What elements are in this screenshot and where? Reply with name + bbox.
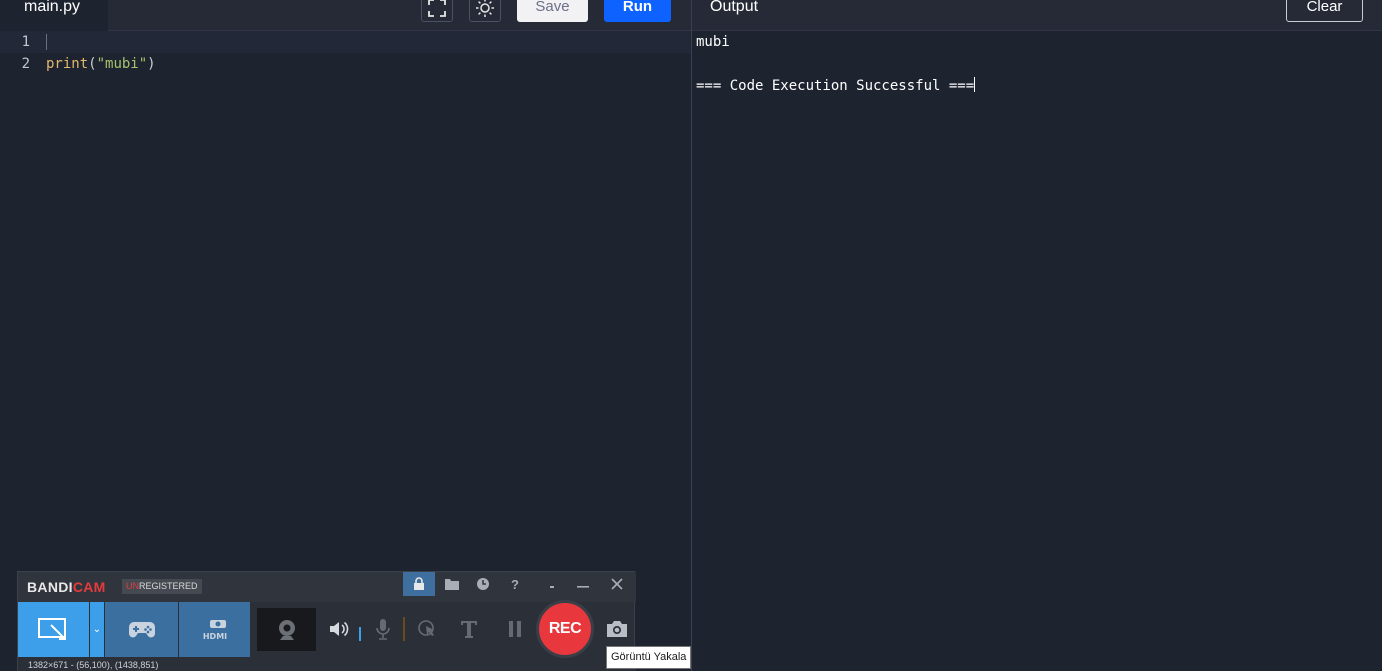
collapse-icon	[550, 586, 554, 588]
code-text: print("mubi")	[46, 53, 156, 75]
close-button[interactable]	[601, 572, 633, 596]
pause-button[interactable]	[503, 616, 527, 642]
output-success-text: === Code Execution Successful ===	[696, 78, 975, 94]
sun-icon	[476, 0, 494, 17]
run-button[interactable]: Run	[604, 0, 671, 22]
save-button[interactable]: Save	[517, 0, 588, 22]
bandicam-logo: BANDICAM	[27, 579, 106, 595]
lock-icon	[414, 577, 424, 590]
chevron-down-icon: ⌄	[92, 624, 102, 635]
screenshot-tooltip: Görüntü Yakala	[606, 646, 692, 669]
bandicam-status-bar: 1382×671 - (56,100), (1438,851)	[18, 658, 636, 671]
collapse-button[interactable]	[536, 572, 568, 596]
output-line: mubi	[696, 34, 730, 50]
screenshot-button[interactable]	[605, 616, 629, 642]
cursor-effect-button[interactable]	[415, 616, 439, 642]
minimize-icon	[577, 586, 589, 588]
pause-icon	[509, 621, 521, 637]
screen-mode-dropdown[interactable]: ⌄	[90, 602, 104, 657]
fullscreen-button[interactable]	[421, 0, 453, 22]
close-icon	[611, 578, 623, 590]
clear-button[interactable]: Clear	[1286, 0, 1363, 22]
folder-button[interactable]	[436, 572, 468, 596]
hdmi-record-mode-button[interactable]: HDMI	[179, 602, 250, 657]
token-function: print	[46, 56, 89, 72]
speaker-icon	[330, 621, 349, 637]
output-header: Output Clear	[692, 0, 1382, 31]
folder-icon	[445, 579, 459, 590]
camera-icon	[607, 621, 627, 637]
bandicam-window: BANDICAM UNREGISTERED ? ⌄ HDMI REC 1382×…	[17, 571, 636, 671]
help-button[interactable]: ?	[499, 572, 531, 596]
speaker-level-fill	[359, 627, 361, 641]
tab-label: main.py	[24, 0, 81, 15]
gamepad-icon	[128, 621, 155, 637]
logo-cam: CAM	[72, 579, 106, 595]
output-line: === Code Execution Successful ===	[696, 75, 976, 97]
text-overlay-button[interactable]	[457, 616, 481, 642]
token-string: "mubi"	[96, 56, 148, 72]
screen-mode-icon	[37, 617, 66, 640]
line-number: 1	[21, 34, 30, 50]
help-icon: ?	[511, 576, 519, 592]
hdmi-icon: HDMI	[202, 619, 227, 641]
screen-record-mode-button[interactable]	[18, 602, 89, 657]
editor-header: main.py Save Run	[0, 0, 691, 31]
theme-toggle-button[interactable]	[469, 0, 501, 22]
text-icon	[461, 621, 477, 638]
lock-button[interactable]	[403, 572, 435, 596]
cursor-icon	[418, 620, 434, 636]
badge-un: UN	[126, 581, 139, 591]
speaker-button[interactable]	[327, 616, 351, 642]
microphone-icon	[376, 619, 390, 640]
text-caret	[46, 34, 47, 50]
code-line[interactable]: 1	[0, 31, 691, 53]
webcam-overlay-button[interactable]	[257, 608, 316, 651]
svg-text:HDMI: HDMI	[202, 632, 226, 641]
output-console[interactable]: mubi === Code Execution Successful ===	[692, 31, 1382, 671]
minimize-button[interactable]	[567, 572, 599, 596]
speaker-level-meter	[359, 617, 361, 641]
bandicam-titlebar[interactable]: BANDICAM UNREGISTERED ?	[18, 572, 636, 602]
microphone-level-meter	[403, 617, 405, 641]
tab-main-py[interactable]: main.py	[0, 0, 108, 31]
badge-rest: REGISTERED	[139, 581, 198, 591]
timer-button[interactable]	[467, 572, 499, 596]
token-paren-open: (	[88, 56, 97, 72]
fullscreen-icon	[428, 0, 446, 17]
output-title: Output	[710, 0, 759, 15]
code-line[interactable]: 2 print("mubi")	[0, 53, 691, 75]
token-paren-close: )	[147, 56, 156, 72]
text-caret	[974, 77, 976, 92]
logo-bandi: BANDI	[27, 579, 73, 595]
microphone-button[interactable]	[371, 616, 395, 642]
clock-icon	[477, 578, 489, 590]
game-record-mode-button[interactable]	[105, 602, 178, 657]
unregistered-badge[interactable]: UNREGISTERED	[122, 579, 202, 594]
record-button[interactable]: REC	[536, 600, 594, 658]
line-number: 2	[21, 56, 30, 72]
webcam-icon	[278, 619, 295, 640]
